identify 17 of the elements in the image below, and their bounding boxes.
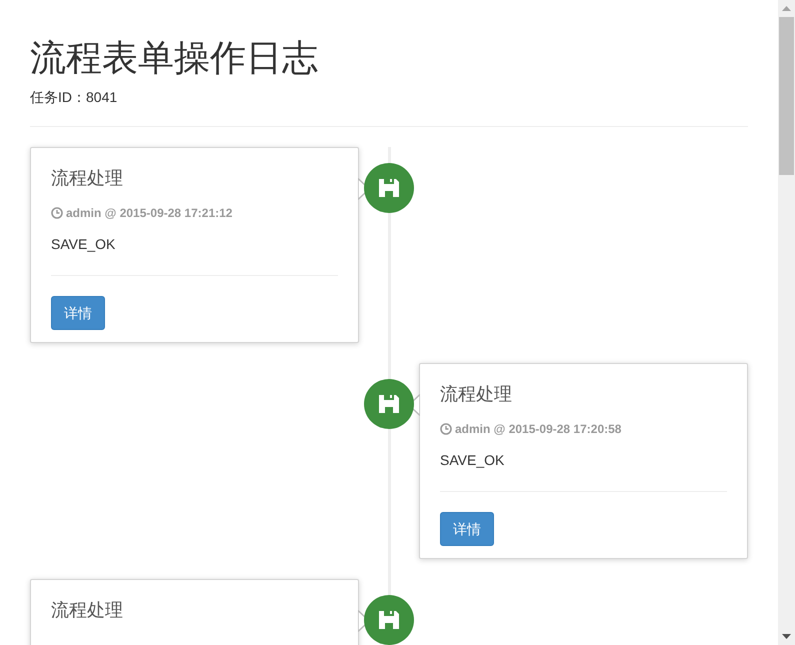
entry-title: 流程处理 — [51, 600, 124, 622]
entry-title: 流程处理 — [51, 168, 124, 190]
entry-message: SAVE_OK — [440, 450, 506, 470]
scrollbar[interactable] — [778, 0, 795, 645]
scroll-thumb[interactable] — [779, 17, 794, 175]
details-button[interactable]: 详情 — [51, 296, 105, 330]
scroll-down-icon[interactable] — [782, 634, 791, 639]
details-button[interactable]: 详情 — [440, 512, 494, 546]
clock-icon — [440, 422, 452, 435]
entry-meta: admin @ 2015-09-28 17:21:12 — [66, 204, 232, 222]
entry-message: SAVE_OK — [51, 234, 116, 254]
entry-meta: admin @ 2015-09-28 17:20:58 — [455, 420, 622, 438]
entry-title: 流程处理 — [440, 384, 513, 406]
page-title: 流程表单操作日志 — [30, 36, 319, 80]
scroll-up-icon[interactable] — [782, 6, 791, 11]
task-id: 任务ID：8041 — [30, 88, 118, 108]
clock-icon — [51, 206, 63, 219]
